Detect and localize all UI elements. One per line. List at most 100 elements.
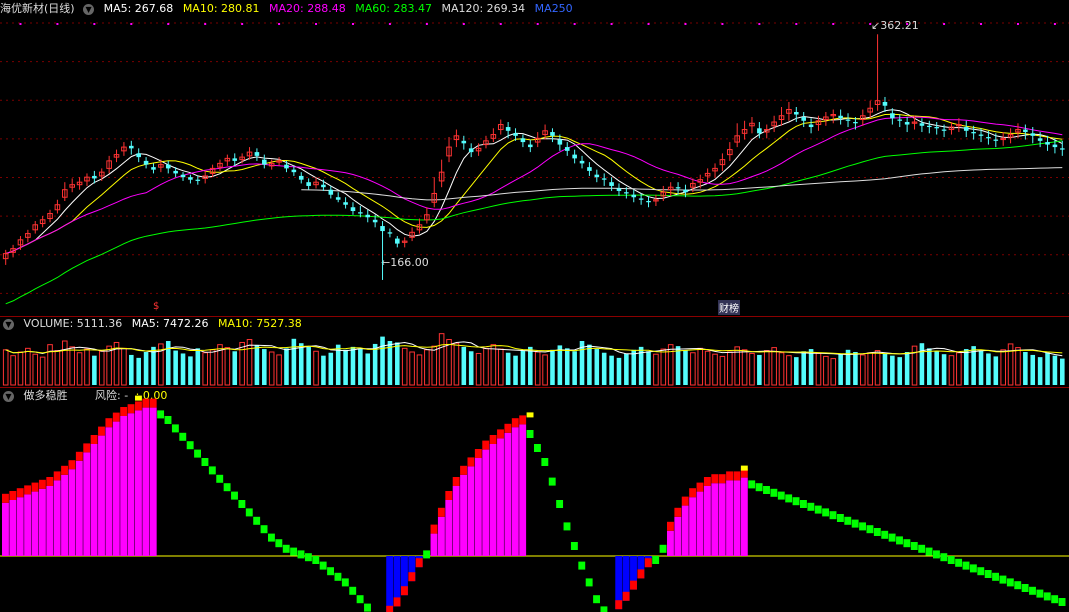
ma5-line: [5, 109, 1063, 255]
candle-body: [92, 175, 97, 179]
candle-body: [808, 124, 814, 128]
volume-bar: [92, 355, 97, 385]
indicator-step: [807, 502, 815, 511]
volume-bar: [291, 338, 297, 385]
indicator-step: [304, 553, 312, 562]
indicator-bar: [16, 497, 24, 556]
signal-marker: [462, 23, 465, 25]
indicator-title: 做多稳胜: [23, 389, 68, 402]
ma120-line: [301, 167, 1063, 201]
volume-bar: [483, 347, 489, 386]
volume-bar: [298, 343, 304, 385]
indicator-bar: [415, 556, 423, 568]
volume-bar: [853, 352, 858, 385]
volume-bar: [1000, 349, 1006, 386]
indicator-step: [1036, 589, 1044, 598]
indicator-peak-mark: [740, 465, 748, 471]
volume-bar: [520, 350, 526, 385]
indicator-bar: [83, 452, 91, 556]
indicator-settings-icon[interactable]: ▼: [3, 390, 14, 402]
volume-bar: [306, 346, 311, 385]
indicator-step: [1006, 578, 1014, 587]
candle-body: [550, 132, 555, 136]
indicator-step: [844, 516, 852, 525]
signal-marker: [758, 23, 761, 25]
volume-bar: [54, 350, 61, 386]
candle-body: [151, 167, 156, 170]
indicator-bar: [386, 556, 394, 612]
indicator-bar: [90, 444, 98, 556]
indicator-bar: [497, 438, 504, 556]
indicator-bar: [674, 516, 682, 556]
volume-bar: [268, 351, 275, 386]
indicator-step: [585, 578, 593, 587]
indicator-step: [630, 580, 637, 590]
volume-bar: [47, 344, 53, 386]
indicator-step: [216, 474, 224, 483]
indicator-bar: [75, 460, 83, 556]
indicator-step: [548, 477, 556, 486]
indicator-step: [829, 511, 837, 520]
candle-body: [358, 212, 363, 214]
volume-bar: [601, 352, 607, 385]
indicator-step: [16, 488, 24, 498]
indicator-step: [652, 556, 660, 564]
indicator-peak-mark: [526, 412, 534, 418]
volume-bar: [401, 347, 408, 386]
volume-bar: [609, 355, 614, 385]
indicator-step: [327, 567, 334, 576]
indicator-step: [460, 465, 467, 475]
indicator-bar: [726, 480, 733, 556]
volume-bar: [778, 352, 785, 386]
indicator-step: [474, 449, 482, 458]
indicator-step: [482, 440, 490, 450]
volume-bar: [446, 339, 452, 386]
indicator-step: [755, 483, 763, 492]
signal-marker: [315, 23, 318, 25]
volume-bar: [741, 349, 748, 386]
signal-marker: [536, 23, 539, 25]
indicator-bar: [61, 474, 68, 556]
candle-body: [646, 200, 651, 203]
candle-body: [136, 153, 141, 158]
candle-body: [993, 139, 999, 141]
indicator-bar: [112, 421, 120, 556]
indicator-bar: [437, 516, 445, 556]
candle-body: [505, 127, 511, 131]
candle-body: [638, 198, 644, 200]
indicator-step: [46, 477, 54, 486]
volume-bar: [594, 349, 600, 385]
candle-body: [372, 219, 378, 223]
indicator-step: [75, 451, 83, 461]
indicator-step: [785, 494, 793, 503]
volume-settings-icon[interactable]: ▼: [3, 318, 14, 330]
signal-marker: [832, 23, 835, 25]
candle-body: [890, 113, 895, 119]
candle-body: [757, 128, 762, 134]
volume-bar: [786, 355, 792, 386]
indicator-step: [9, 491, 17, 500]
candle-body: [165, 164, 171, 169]
indicator-step: [356, 595, 364, 604]
indicator-bar: [68, 469, 76, 556]
volume-bar: [890, 355, 895, 385]
indicator-step: [933, 550, 940, 559]
candle-body: [624, 192, 629, 194]
volume-bar: [106, 345, 112, 386]
indicator-step: [696, 482, 704, 492]
indicator-bar: [696, 491, 704, 556]
candle-body: [387, 232, 393, 234]
indicator-bar: [630, 556, 637, 590]
volume-bar: [276, 354, 282, 386]
risk-value: : 0.00: [135, 389, 168, 402]
signal-marker: [93, 23, 96, 25]
volume-bar: [579, 341, 585, 385]
indicator-step: [984, 570, 992, 578]
candle-body: [934, 127, 939, 129]
volume-bar: [904, 352, 910, 385]
volume-bar: [224, 347, 231, 386]
candle-body: [180, 174, 186, 178]
candle-body: [838, 115, 843, 119]
candle-body: [173, 170, 178, 174]
volume-bar: [438, 333, 445, 386]
